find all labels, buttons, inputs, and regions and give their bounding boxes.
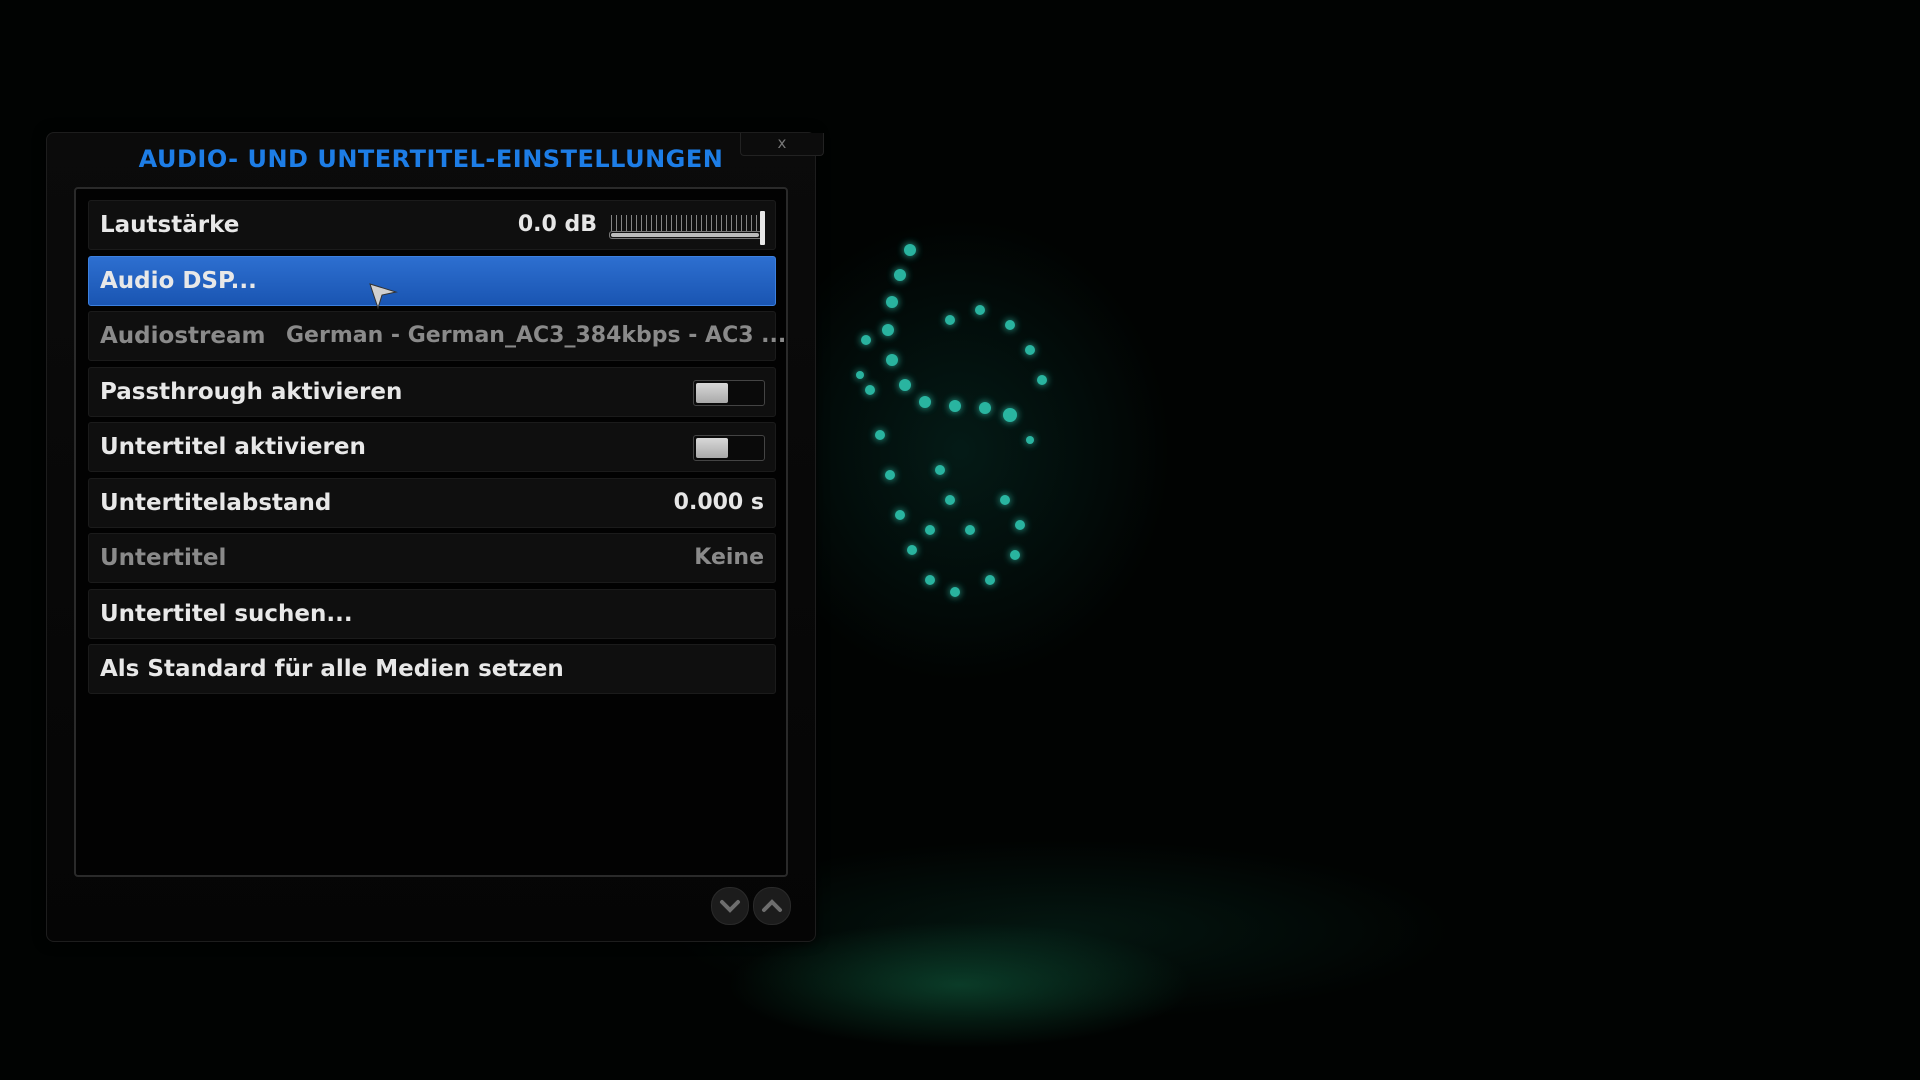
setting-set-as-default[interactable]: Als Standard für alle Medien setzen — [88, 644, 776, 694]
volume-value: 0.0 dB — [517, 212, 597, 237]
setting-label: Lautstärke — [100, 212, 240, 238]
toggle-thumb — [696, 438, 728, 458]
setting-passthrough[interactable]: Passthrough aktivieren — [88, 367, 776, 417]
setting-volume[interactable]: Lautstärke 0.0 dB — [88, 200, 776, 250]
setting-label: Untertitel suchen... — [100, 601, 353, 627]
slider-fill — [611, 233, 759, 237]
setting-label: Untertitel — [100, 545, 227, 571]
subtitle-delay-value: 0.000 s — [673, 490, 764, 515]
mouse-cursor-icon — [369, 283, 398, 310]
subtitle-value: Keine — [694, 545, 764, 570]
setting-subtitle-delay[interactable]: Untertitelabstand 0.000 s — [88, 478, 776, 528]
setting-audiostream[interactable]: Audiostream German - German_AC3_384kbps … — [88, 311, 786, 361]
slider-ticks — [611, 215, 761, 231]
chevron-up-icon[interactable] — [753, 887, 791, 925]
setting-label: Audio DSP... — [100, 268, 257, 294]
slider-track — [609, 231, 763, 239]
setting-label: Untertitelabstand — [100, 490, 332, 516]
volume-slider[interactable] — [609, 211, 767, 245]
setting-label: Passthrough aktivieren — [100, 379, 403, 405]
close-button[interactable]: x — [740, 133, 824, 156]
audiostream-value: German - German_AC3_384kbps - AC3 ... — [286, 323, 787, 348]
setting-subtitles-enable[interactable]: Untertitel aktivieren — [88, 422, 776, 472]
chevron-down-icon[interactable] — [711, 887, 749, 925]
dialog-title: AUDIO- UND UNTERTITEL-EINSTELLUNGEN — [138, 145, 724, 173]
setting-subtitle[interactable]: Untertitel Keine — [88, 533, 776, 583]
setting-label: Audiostream — [100, 323, 266, 349]
slider-knob[interactable] — [760, 211, 765, 245]
settings-list: Lautstärke 0.0 dB Audio DSP... Audiostre… — [74, 187, 788, 877]
toggle-thumb — [696, 383, 728, 403]
setting-label: Als Standard für alle Medien setzen — [100, 656, 564, 682]
passthrough-toggle[interactable] — [693, 380, 765, 406]
glowing-orb-image — [856, 244, 1047, 597]
audio-subtitle-settings-dialog: AUDIO- UND UNTERTITEL-EINSTELLUNGEN x La… — [46, 132, 824, 942]
setting-audio-dsp[interactable]: Audio DSP... — [88, 256, 776, 306]
subtitles-toggle[interactable] — [693, 435, 765, 461]
setting-label: Untertitel aktivieren — [100, 434, 366, 460]
setting-search-subtitles[interactable]: Untertitel suchen... — [88, 589, 776, 639]
